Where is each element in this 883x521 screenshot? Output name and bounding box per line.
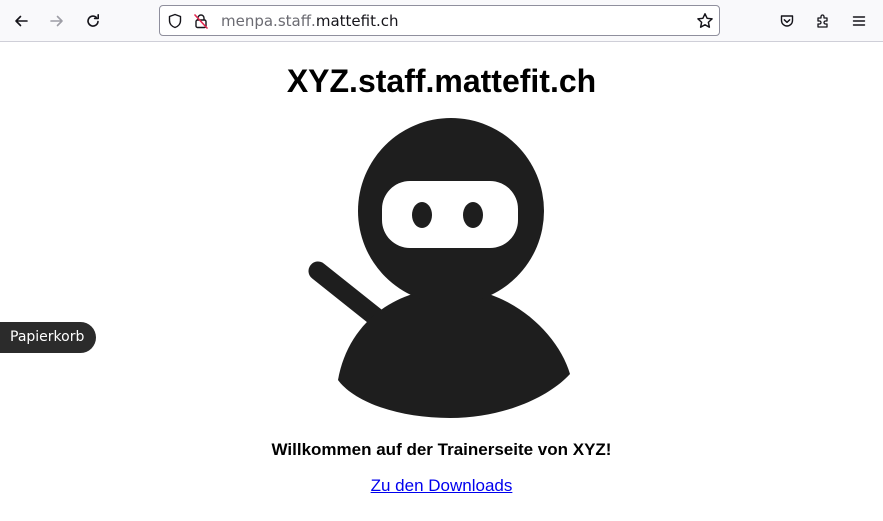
url-host: mattefit.ch (315, 12, 399, 30)
arrow-right-icon (50, 15, 63, 27)
forward-button[interactable] (43, 7, 71, 35)
back-button[interactable] (7, 7, 35, 35)
downloads-link[interactable]: Zu den Downloads (371, 476, 513, 495)
arrow-left-icon (15, 15, 28, 27)
hamburger-menu-icon (852, 16, 866, 26)
shield-icon[interactable] (167, 13, 183, 29)
puzzle-icon (817, 14, 828, 28)
trash-tooltip: Papierkorb (0, 322, 97, 353)
insecure-lock-icon[interactable] (193, 13, 209, 29)
welcome-text: Willkommen auf der Trainerseite von XYZ! (271, 440, 612, 459)
menu-button[interactable] (845, 7, 873, 35)
pocket-icon (780, 15, 794, 27)
star-icon[interactable] (696, 12, 714, 30)
extensions-button[interactable] (809, 7, 837, 35)
url-text[interactable]: menpa.staff.mattefit.ch (221, 12, 398, 30)
pocket-button[interactable] (773, 7, 801, 35)
url-bar[interactable]: menpa.staff.mattefit.ch (159, 5, 720, 36)
url-subdomain: menpa.staff. (221, 12, 316, 30)
ninja-mascot-image (308, 118, 570, 418)
reload-icon (87, 14, 99, 27)
downloads-link-container: Zu den Downloads (0, 476, 883, 496)
page-title: XYZ.staff.mattefit.ch (286, 63, 597, 99)
browser-toolbar: menpa.staff.mattefit.ch (0, 0, 883, 42)
reload-button[interactable] (79, 7, 107, 35)
